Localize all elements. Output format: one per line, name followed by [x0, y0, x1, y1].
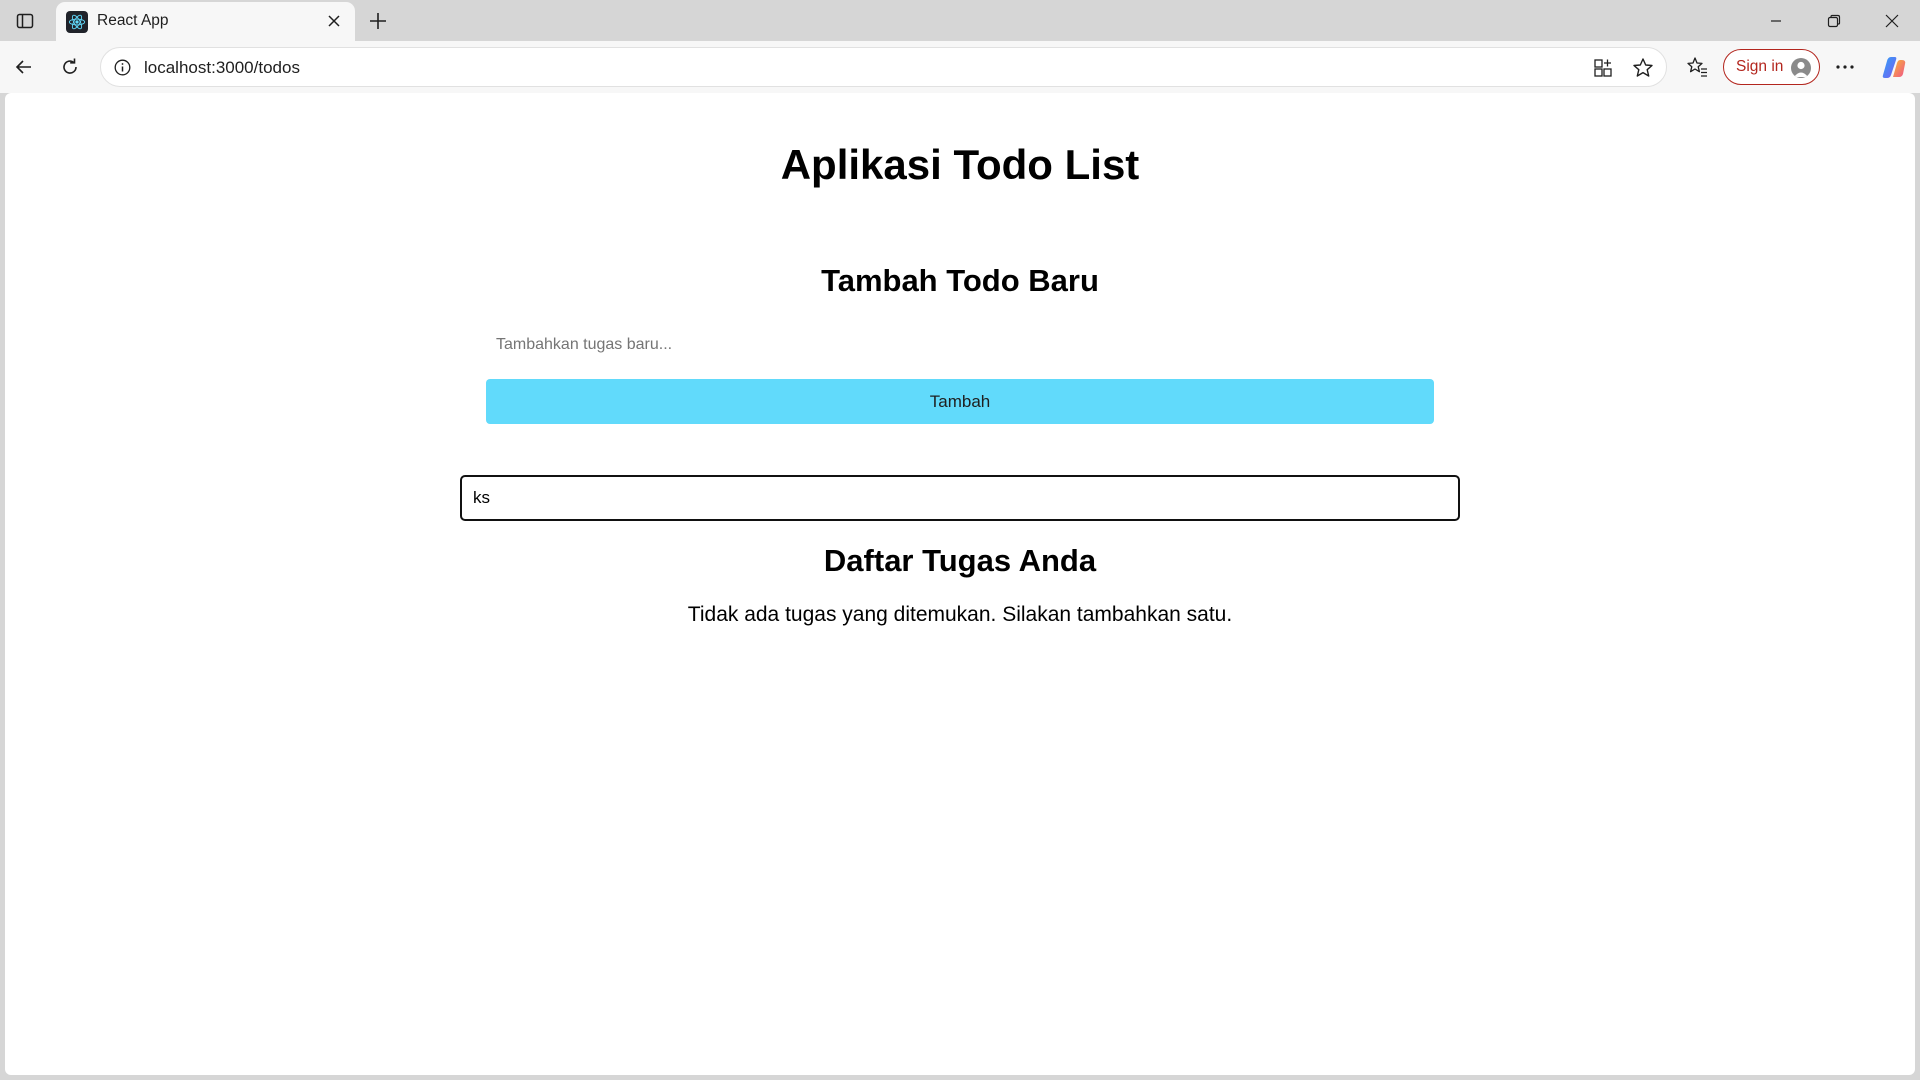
back-arrow-icon[interactable] — [8, 51, 40, 83]
more-icon[interactable] — [1829, 51, 1861, 83]
tab-title: React App — [97, 12, 169, 29]
plus-icon[interactable] — [365, 8, 391, 34]
minimize-icon[interactable] — [1748, 0, 1804, 41]
refresh-icon[interactable] — [54, 51, 86, 83]
browser-tab[interactable]: React App — [56, 2, 355, 41]
sign-in-label: Sign in — [1736, 58, 1784, 75]
tab-actions-icon[interactable] — [10, 9, 40, 33]
add-todo-heading: Tambah Todo Baru — [821, 263, 1099, 298]
close-icon[interactable] — [325, 12, 343, 30]
empty-state-message: Tidak ada tugas yang ditemukan. Silakan … — [687, 603, 1233, 626]
react-logo-icon — [66, 11, 88, 33]
sign-in-button[interactable]: Sign in — [1723, 49, 1820, 85]
favorites-icon[interactable] — [1681, 51, 1713, 83]
page-viewport: Aplikasi Todo List Tambah Todo Baru Tamb… — [5, 93, 1915, 1075]
add-todo-button[interactable]: Tambah — [486, 379, 1434, 424]
profile-icon — [1791, 58, 1811, 78]
url-text: localhost:3000/todos — [144, 58, 300, 77]
tab-strip: React App — [0, 0, 1920, 41]
search-input[interactable] — [460, 475, 1460, 521]
app-grid-icon[interactable] — [1591, 56, 1615, 80]
window-close-icon[interactable] — [1864, 0, 1920, 41]
new-todo-input[interactable] — [486, 323, 1434, 367]
copilot-icon[interactable] — [1877, 51, 1909, 83]
restore-icon[interactable] — [1806, 0, 1862, 41]
page-title: Aplikasi Todo List — [780, 141, 1140, 188]
address-bar[interactable]: localhost:3000/todos — [100, 47, 1667, 87]
browser-toolbar: localhost:3000/todos Sign in — [0, 41, 1920, 93]
info-icon[interactable] — [113, 58, 132, 77]
star-icon[interactable] — [1631, 56, 1655, 80]
todo-list-heading: Daftar Tugas Anda — [823, 543, 1097, 578]
